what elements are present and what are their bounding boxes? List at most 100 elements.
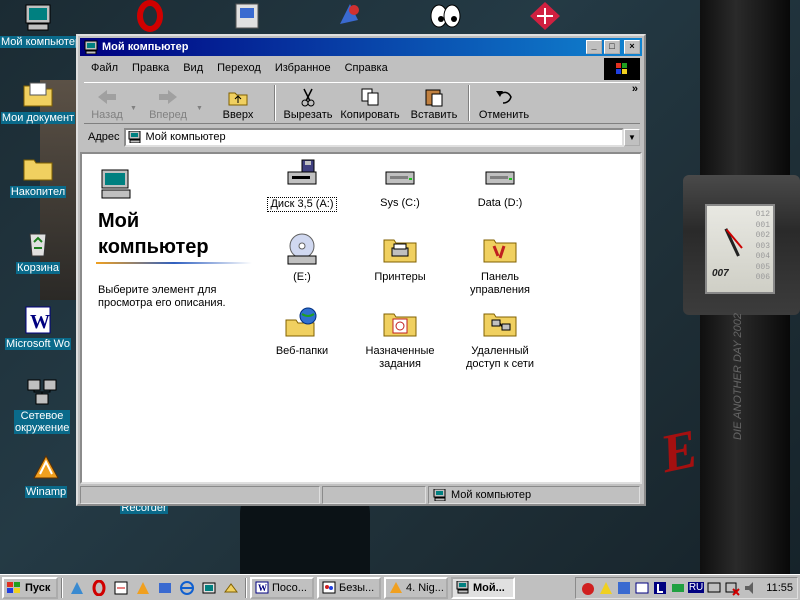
cd-drive-icon xyxy=(287,233,317,265)
watch-strap-bottom xyxy=(700,300,790,574)
status-pane-location: Мой компьютер xyxy=(428,486,640,504)
item-floppy-drive[interactable]: Диск 3,5 (A:) xyxy=(254,158,350,212)
quick-launch-icon-7[interactable] xyxy=(198,578,220,598)
item-web-folders[interactable]: Веб-папки xyxy=(254,306,350,358)
briefcase-folder-icon xyxy=(22,152,54,184)
maximize-button[interactable]: □ xyxy=(604,40,620,54)
word-icon: W xyxy=(255,581,269,594)
cartoon-eyes-icon[interactable] xyxy=(428,0,462,32)
ie-icon[interactable] xyxy=(176,578,198,598)
tray-tool-icon[interactable] xyxy=(598,580,614,596)
address-input[interactable]: Мой компьютер xyxy=(123,127,624,147)
paste-button[interactable]: Вставить xyxy=(404,83,464,123)
taskbar-separator xyxy=(61,577,63,598)
shortcut-icon[interactable] xyxy=(230,0,264,32)
address-dropdown-button[interactable]: ▼ xyxy=(624,128,640,146)
status-bar: Мой компьютер xyxy=(80,486,642,504)
address-bar: Адрес Мой компьютер ▼ xyxy=(84,126,640,148)
task-button-2[interactable]: Безы... xyxy=(317,576,381,599)
copy-button[interactable]: Копировать xyxy=(336,83,404,123)
item-printers[interactable]: Принтеры xyxy=(352,232,448,284)
item-cd-drive[interactable]: (E:) xyxy=(254,232,350,284)
quick-launch-icon-1[interactable] xyxy=(66,578,88,598)
menu-go[interactable]: Переход xyxy=(210,62,268,74)
opera-icon[interactable] xyxy=(88,578,110,598)
red-diamond-icon[interactable] xyxy=(528,0,562,32)
quick-launch-icon-5[interactable] xyxy=(154,578,176,598)
my-documents-icon xyxy=(22,78,54,110)
menu-help[interactable]: Справка xyxy=(338,62,395,74)
winamp-icon xyxy=(390,582,402,593)
forward-dropdown[interactable]: ▼ xyxy=(196,105,206,112)
window-titlebar[interactable]: Мой компьютер _ □ × xyxy=(80,38,642,56)
quick-launch-icon-3[interactable] xyxy=(110,578,132,598)
up-folder-icon xyxy=(228,92,248,106)
scissors-icon xyxy=(301,88,315,107)
web-folders-icon xyxy=(285,307,317,337)
item-scheduled-tasks[interactable]: Назначенные задания xyxy=(352,306,448,371)
item-control-panel[interactable]: Панель управления xyxy=(452,232,548,297)
recycle-bin-icon xyxy=(22,228,54,260)
opera-icon[interactable] xyxy=(133,0,167,32)
watch-strap-top xyxy=(700,0,790,190)
tray-monitor-icon[interactable] xyxy=(706,580,722,596)
back-dropdown[interactable]: ▼ xyxy=(130,105,140,112)
item-drive-c[interactable]: Sys (C:) xyxy=(352,158,448,210)
word-icon: W xyxy=(22,304,54,336)
folder-view: Мой компьютер Выберите элемент для просм… xyxy=(80,152,642,484)
menu-edit[interactable]: Правка xyxy=(125,62,176,74)
minimize-button[interactable]: _ xyxy=(586,40,602,54)
tray-window-icon[interactable] xyxy=(634,580,650,596)
cut-button[interactable]: Вырезать xyxy=(280,83,336,123)
tray-l-icon[interactable] xyxy=(652,580,668,596)
status-pane-main xyxy=(80,486,320,504)
item-dialup-networking[interactable]: Удаленный доступ к сети xyxy=(452,306,548,371)
explorer-window: Мой компьютер _ □ × Файл Правка Вид Пере… xyxy=(76,34,646,506)
hard-drive-icon xyxy=(485,171,515,185)
menu-view[interactable]: Вид xyxy=(176,62,210,74)
desktop-icon-my-computer[interactable]: Мой компьютер xyxy=(0,2,83,48)
toolbar-chevron[interactable]: » xyxy=(632,83,638,95)
program-icon[interactable] xyxy=(332,0,366,32)
windows-logo-throbber xyxy=(604,58,640,80)
start-button[interactable]: Пуск xyxy=(2,576,58,599)
undo-icon xyxy=(496,91,512,104)
my-computer-icon xyxy=(456,581,469,594)
task-button-my-computer[interactable]: Мой... xyxy=(451,576,515,599)
desktop-icon-word[interactable]: W Microsoft Wo xyxy=(0,304,76,350)
quick-launch-icon-8[interactable] xyxy=(220,578,242,598)
svg-text:W: W xyxy=(258,583,267,593)
item-drive-d[interactable]: Data (D:) xyxy=(452,158,548,210)
forward-button[interactable]: Вперед xyxy=(140,83,196,123)
close-button[interactable]: × xyxy=(624,40,640,54)
task-button-1[interactable]: W Посо... xyxy=(250,576,314,599)
task-button-3[interactable]: 4. Nig... xyxy=(384,576,448,599)
tray-app-icon[interactable] xyxy=(616,580,632,596)
undo-button[interactable]: Отменить xyxy=(474,83,534,123)
network-neighborhood-icon xyxy=(26,376,58,408)
tray-disconnected-icon[interactable] xyxy=(724,580,740,596)
toolbar-separator xyxy=(274,85,276,121)
desktop-icon-my-documents[interactable]: Мои документ xyxy=(0,78,76,124)
desktop-icon-recycle-bin[interactable]: Корзина xyxy=(0,228,76,274)
paste-icon xyxy=(425,89,443,107)
desktop-icon-network[interactable]: Сетевое окружение xyxy=(4,376,80,434)
status-pane-middle xyxy=(322,486,426,504)
up-button[interactable]: Вверх xyxy=(206,83,270,123)
tray-volume-icon[interactable] xyxy=(742,580,758,596)
menu-file[interactable]: Файл xyxy=(84,62,125,74)
desktop-icon-briefcase[interactable]: Накопител xyxy=(0,152,76,198)
window-title: Мой компьютер xyxy=(102,41,189,53)
paint-icon xyxy=(322,581,336,594)
language-indicator[interactable]: RU xyxy=(687,582,705,593)
menu-bar: Файл Правка Вид Переход Избранное Справк… xyxy=(84,58,604,78)
tray-apple-icon[interactable] xyxy=(580,580,596,596)
desktop: ER D 012 001 002 003 004 005 006 007 DIE… xyxy=(0,0,800,574)
menu-favorites[interactable]: Избранное xyxy=(268,62,338,74)
back-button[interactable]: Назад xyxy=(84,83,130,123)
clock[interactable]: 11:55 xyxy=(766,582,793,594)
desktop-icon-winamp[interactable]: Winamp xyxy=(8,452,84,498)
quick-launch-icon-4[interactable] xyxy=(132,578,154,598)
tray-network-icon[interactable] xyxy=(670,580,686,596)
winamp-icon xyxy=(30,452,62,484)
